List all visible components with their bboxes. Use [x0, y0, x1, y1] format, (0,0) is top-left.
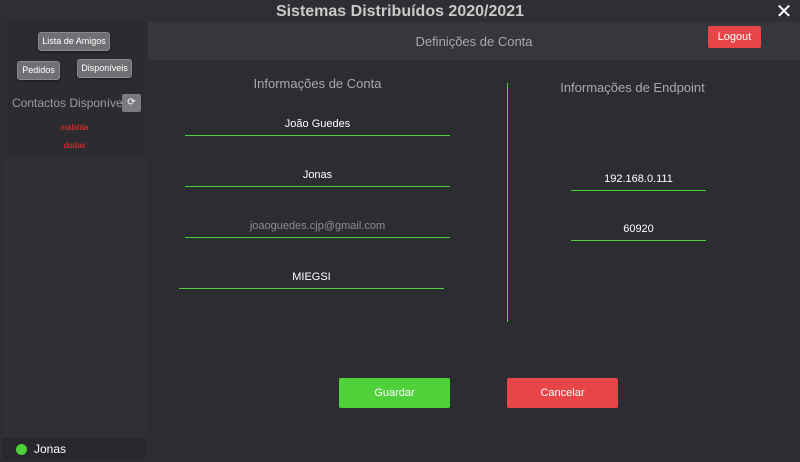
- endpoint-section-title: Informações de Endpoint: [560, 80, 705, 95]
- current-user-name: Jonas: [34, 442, 67, 456]
- cancel-button[interactable]: Cancelar: [507, 378, 618, 408]
- available-button[interactable]: Disponíveis: [77, 59, 132, 78]
- logout-button[interactable]: Logout: [708, 26, 761, 48]
- friends-list-button[interactable]: Lista de Amigos: [38, 32, 110, 51]
- save-button[interactable]: Guardar: [339, 378, 450, 408]
- course-field[interactable]: MIEGSI: [179, 266, 444, 289]
- section-divider: [507, 83, 508, 322]
- contact-item[interactable]: dudas: [3, 137, 146, 155]
- email-field[interactable]: joaoguedes.cjp@gmail.com: [185, 215, 450, 238]
- sidebar: Lista de Amigos Pedidos Disponíveis Cont…: [3, 22, 146, 460]
- username-field[interactable]: Jonas: [185, 164, 450, 187]
- requests-button[interactable]: Pedidos: [17, 61, 60, 80]
- contacts-label: Contactos Disponíveis: [12, 96, 132, 110]
- port-field[interactable]: 60920: [571, 218, 706, 241]
- user-status-bar: Jonas: [3, 438, 146, 460]
- sidebar-controls: Lista de Amigos Pedidos Disponíveis Cont…: [3, 22, 146, 158]
- refresh-icon[interactable]: ⟳: [122, 94, 141, 112]
- title-bar: Sistemas Distribuídos 2020/2021 ✕: [0, 0, 800, 24]
- online-status-icon: [16, 444, 27, 455]
- name-field[interactable]: João Guedes: [185, 113, 450, 136]
- contact-item[interactable]: mabilda: [3, 119, 146, 137]
- account-section-title: Informações de Conta: [253, 76, 382, 91]
- page-header: Definições de Conta Logout: [148, 22, 800, 60]
- contact-list: mabilda dudas: [3, 119, 146, 158]
- close-icon[interactable]: ✕: [774, 1, 794, 23]
- window-title: Sistemas Distribuídos 2020/2021: [275, 3, 525, 20]
- page-title: Definições de Conta: [415, 34, 533, 49]
- ip-field[interactable]: 192.168.0.111: [571, 168, 706, 191]
